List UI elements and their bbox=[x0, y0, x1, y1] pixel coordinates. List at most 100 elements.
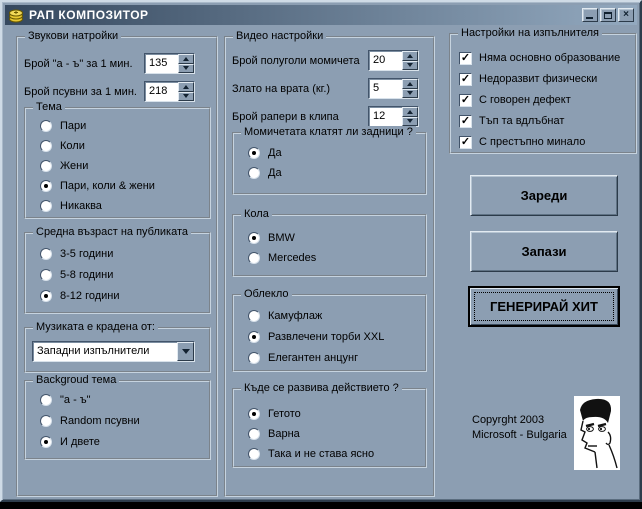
spinner-buttons bbox=[402, 51, 418, 70]
checkbox-speech-defect[interactable]: С говорен дефект bbox=[459, 93, 635, 107]
save-button[interactable]: Запази bbox=[470, 231, 618, 272]
label-swears-per-min: Брой псувни за 1 мин. bbox=[24, 86, 137, 98]
checkbox-checked-icon bbox=[459, 115, 472, 128]
spinner-buttons bbox=[178, 82, 194, 101]
group-action-location: Къде се развива действието ? Гетото Варн… bbox=[232, 388, 427, 468]
radio-label: Да bbox=[268, 167, 282, 179]
spin-up-button[interactable] bbox=[402, 107, 418, 117]
radio-clothing-0[interactable]: Камуфлаж bbox=[248, 309, 425, 323]
checkbox-label: Тъп та вдлъбнат bbox=[479, 115, 564, 127]
spin-down-button[interactable] bbox=[178, 92, 194, 102]
radio-icon-selected bbox=[248, 147, 260, 159]
radio-tema-4[interactable]: Никаква bbox=[40, 199, 209, 213]
radio-icon-selected bbox=[40, 290, 52, 302]
spinner-value[interactable]: 12 bbox=[369, 107, 402, 126]
radio-label: Гетото bbox=[268, 408, 301, 420]
radio-label: Жени bbox=[60, 160, 88, 172]
checkbox-criminal-record[interactable]: С престъпно минало bbox=[459, 135, 635, 149]
label-rappers-in-clip: Брой рапери в клипа bbox=[232, 111, 339, 123]
arrow-up-icon bbox=[183, 82, 189, 89]
stolen-from-combobox[interactable]: Западни изпълнители bbox=[32, 341, 195, 362]
radio-background-2[interactable]: И двете bbox=[40, 435, 209, 449]
checkbox-dumb[interactable]: Тъп та вдлъбнат bbox=[459, 114, 635, 128]
spin-down-button[interactable] bbox=[402, 61, 418, 71]
radio-group-shaking: Да Да bbox=[234, 134, 425, 193]
radio-age-0[interactable]: 3-5 години bbox=[40, 247, 209, 261]
radio-label: Елегантен анцунг bbox=[268, 352, 358, 364]
radio-car-1[interactable]: Mercedes bbox=[248, 251, 425, 265]
radio-tema-3[interactable]: Пари, коли & жени bbox=[40, 179, 209, 193]
radio-label: BMW bbox=[268, 232, 295, 244]
radio-label: Mercedes bbox=[268, 252, 316, 264]
radio-icon-selected bbox=[40, 180, 52, 192]
radio-tema-2[interactable]: Жени bbox=[40, 159, 209, 173]
spinner-buttons bbox=[402, 79, 418, 98]
spinner-buttons bbox=[178, 54, 194, 73]
caricature-face-image bbox=[574, 396, 620, 470]
radio-icon bbox=[248, 252, 260, 264]
radio-icon bbox=[248, 448, 260, 460]
spinner-value[interactable]: 20 bbox=[369, 51, 402, 70]
radio-icon-selected bbox=[40, 436, 52, 448]
radio-tema-1[interactable]: Коли bbox=[40, 139, 209, 153]
radio-icon bbox=[40, 140, 52, 152]
radio-age-2[interactable]: 8-12 години bbox=[40, 289, 209, 303]
group-tema: Тема Пари Коли Жени Пари, коли & жени Ни… bbox=[24, 107, 211, 219]
radio-group-tema: Пари Коли Жени Пари, коли & жени Никаква bbox=[26, 109, 209, 217]
radio-shaking-1[interactable]: Да bbox=[248, 166, 425, 180]
radio-label: Random псувни bbox=[60, 415, 140, 427]
checkbox-checked-icon bbox=[459, 52, 472, 65]
spinner-rappers-in-clip: 12 bbox=[368, 106, 419, 127]
checkbox-checked-icon bbox=[459, 73, 472, 86]
spin-up-button[interactable] bbox=[178, 82, 194, 92]
spinner-value[interactable]: 218 bbox=[145, 82, 178, 101]
radio-age-1[interactable]: 5-8 години bbox=[40, 268, 209, 282]
radio-shaking-0[interactable]: Да bbox=[248, 146, 425, 160]
spinner-value[interactable]: 5 bbox=[369, 79, 402, 98]
radio-label: Камуфлаж bbox=[268, 310, 322, 322]
app-window: РАП КОМПОЗИТОР × Звукови натройки Брой "… bbox=[0, 0, 642, 502]
label-gold-on-neck: Злато на врата (кг.) bbox=[232, 83, 330, 95]
checkbox-underdeveloped[interactable]: Недоразвит физически bbox=[459, 72, 635, 86]
spin-up-button[interactable] bbox=[402, 51, 418, 61]
combobox-dropdown-button[interactable] bbox=[177, 342, 194, 361]
radio-clothing-1[interactable]: Развлечени торби XXL bbox=[248, 330, 425, 344]
arrow-down-icon bbox=[183, 66, 189, 73]
radio-location-0[interactable]: Гетото bbox=[248, 407, 425, 421]
load-button[interactable]: Зареди bbox=[470, 175, 618, 216]
spinner-a-u-per-min: 135 bbox=[144, 53, 195, 74]
copyright-line1: Copyrght 2003 bbox=[472, 413, 567, 428]
radio-group-car: BMW Mercedes bbox=[234, 216, 425, 275]
radio-label: Развлечени торби XXL bbox=[268, 331, 384, 343]
spinner-value[interactable]: 135 bbox=[145, 54, 178, 73]
spinner-halfnaked-girls: 20 bbox=[368, 50, 419, 71]
arrow-up-icon bbox=[407, 51, 413, 58]
copyright-text: Copyrght 2003 Microsoft - Bulgaria bbox=[472, 413, 567, 443]
arrow-down-icon bbox=[407, 63, 413, 70]
radio-background-1[interactable]: Random псувни bbox=[40, 414, 209, 428]
radio-icon bbox=[40, 120, 52, 132]
radio-label: "а - ъ" bbox=[60, 394, 91, 406]
radio-background-0[interactable]: "а - ъ" bbox=[40, 393, 209, 407]
radio-tema-0[interactable]: Пари bbox=[40, 119, 209, 133]
arrow-up-icon bbox=[407, 107, 413, 114]
spin-up-button[interactable] bbox=[178, 54, 194, 64]
spin-down-button[interactable] bbox=[402, 89, 418, 99]
generate-hit-button[interactable]: ГЕНЕРИРАЙ ХИТ bbox=[468, 286, 620, 327]
radio-car-0[interactable]: BMW bbox=[248, 231, 425, 245]
combobox-value[interactable]: Западни изпълнители bbox=[33, 342, 177, 361]
spin-down-button[interactable] bbox=[402, 117, 418, 127]
checkbox-no-education[interactable]: Няма основно образование bbox=[459, 51, 635, 65]
radio-label: И двете bbox=[60, 436, 100, 448]
label-halfnaked-girls: Брой полуголи момичета bbox=[232, 55, 360, 67]
radio-icon bbox=[40, 394, 52, 406]
spinner-buttons bbox=[402, 107, 418, 126]
spin-down-button[interactable] bbox=[178, 64, 194, 74]
client-area: Звукови натройки Брой "а - ъ" за 1 мин. … bbox=[2, 2, 640, 500]
radio-location-2[interactable]: Така и не става ясно bbox=[248, 447, 425, 461]
checkbox-checked-icon bbox=[459, 136, 472, 149]
checkbox-label: Недоразвит физически bbox=[479, 73, 597, 85]
radio-location-1[interactable]: Варна bbox=[248, 427, 425, 441]
radio-clothing-2[interactable]: Елегантен анцунг bbox=[248, 351, 425, 365]
spin-up-button[interactable] bbox=[402, 79, 418, 89]
